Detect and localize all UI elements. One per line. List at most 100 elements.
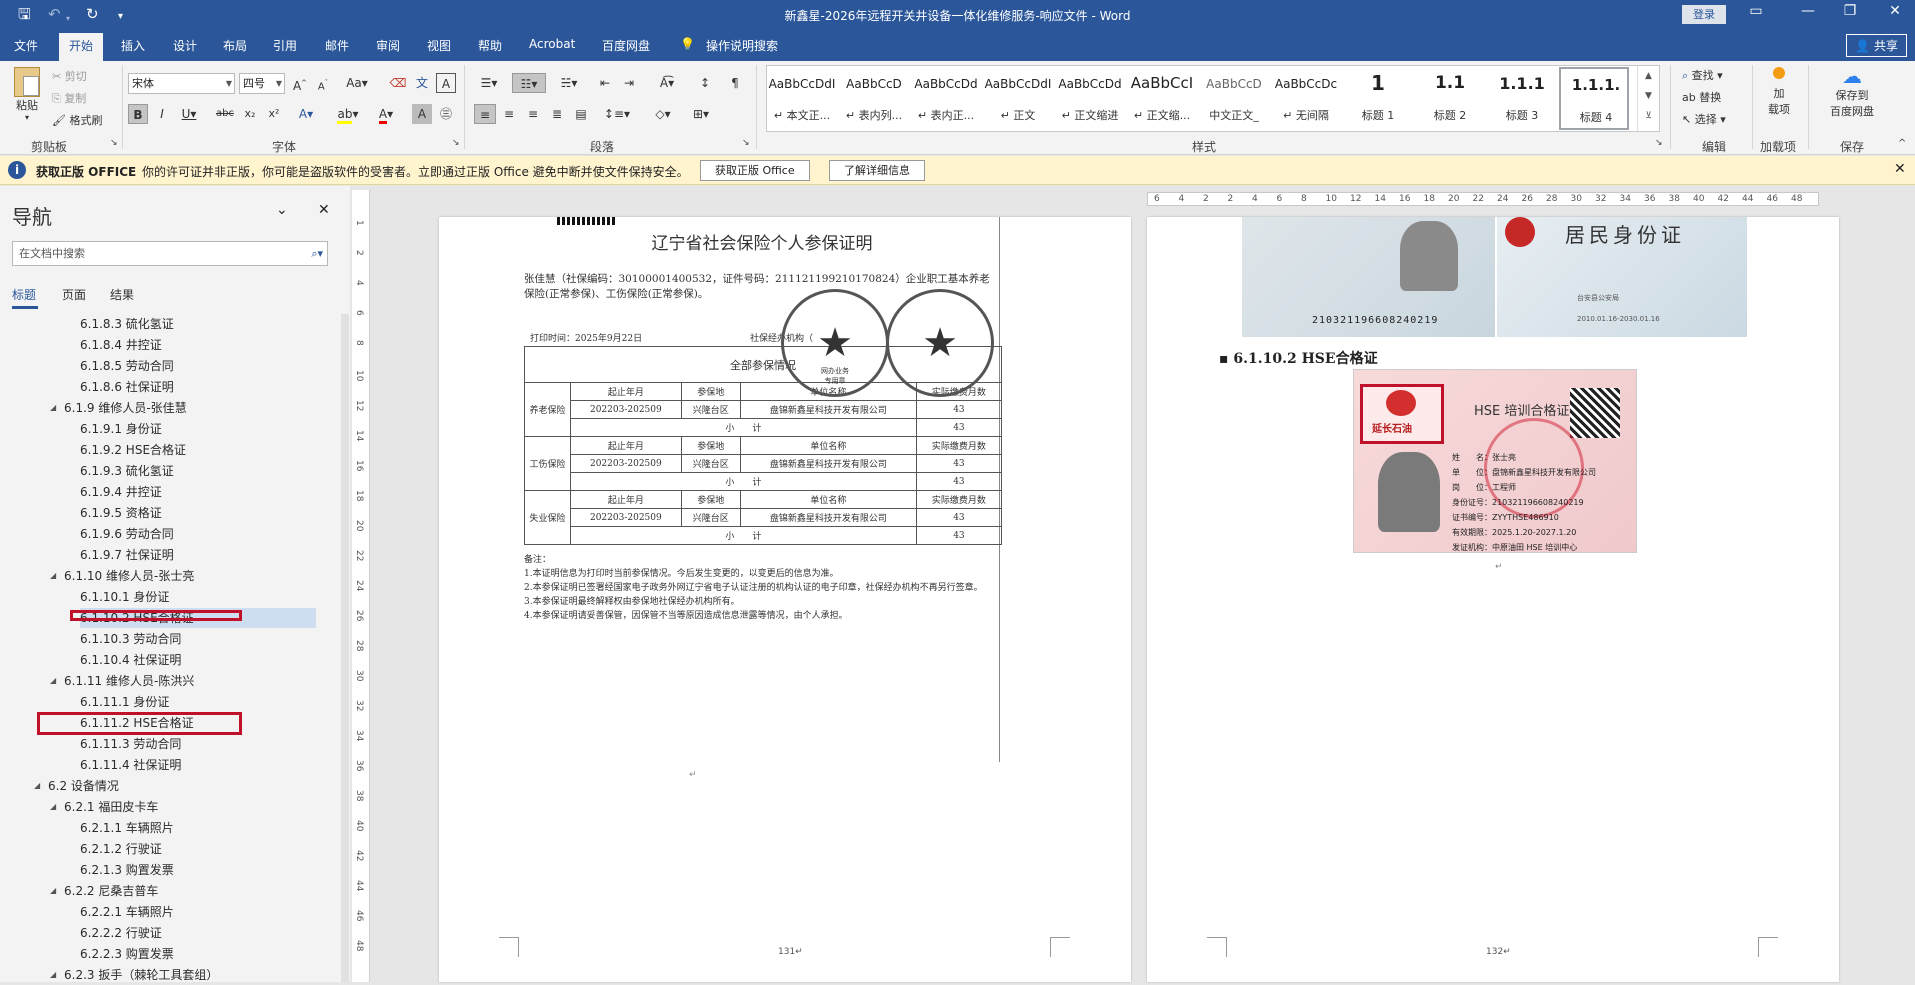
- highlight-button[interactable]: ab▾: [334, 104, 362, 124]
- minimize-icon[interactable]: —: [1793, 3, 1823, 19]
- justify-button[interactable]: ≣: [546, 104, 568, 124]
- style-tile[interactable]: AaBbCcDd ↵ 正文缩进: [1055, 67, 1125, 130]
- strikethrough-button[interactable]: abc: [214, 104, 236, 124]
- nav-heading-item[interactable]: 6.2.1.2 行驶证: [80, 839, 162, 859]
- close-window-icon[interactable]: ✕: [1880, 3, 1910, 19]
- restore-icon[interactable]: ❐: [1835, 3, 1865, 19]
- nav-heading-item[interactable]: 6.1.9.2 HSE合格证: [80, 440, 186, 460]
- style-tile[interactable]: 1.1.1 标题 3: [1487, 67, 1557, 130]
- align-left-button[interactable]: ≡: [474, 104, 496, 124]
- nav-heading-item[interactable]: 6.2.2 尼桑吉普车: [64, 881, 158, 901]
- font-size-combo[interactable]: 四号 ▼: [239, 73, 285, 94]
- collapse-ribbon-icon[interactable]: ^: [1898, 138, 1906, 149]
- style-tile[interactable]: AaBbCcDdI ↵ 正文: [983, 67, 1053, 130]
- login-button[interactable]: 登录: [1682, 5, 1726, 24]
- sort-button[interactable]: ↕: [694, 73, 716, 93]
- clear-formatting-icon[interactable]: ⌫: [388, 73, 408, 93]
- tab-review[interactable]: 审阅: [376, 37, 400, 54]
- paste-button[interactable]: 粘贴 ▾: [12, 67, 42, 122]
- multilevel-list-button[interactable]: ☵▾: [552, 73, 586, 93]
- style-tile[interactable]: AaBbCcDdI ↵ 本文正...: [767, 67, 837, 130]
- tell-me-search[interactable]: 操作说明搜索: [706, 37, 778, 54]
- font-color-button[interactable]: A▾: [372, 104, 400, 124]
- tab-help[interactable]: 帮助: [478, 37, 502, 54]
- nav-heading-item[interactable]: 6.2.1.3 购置发票: [80, 860, 174, 880]
- change-case-button[interactable]: Aa▾: [344, 73, 370, 93]
- tab-references[interactable]: 引用: [273, 37, 297, 54]
- shrink-font-button[interactable]: Aˇ: [314, 73, 332, 93]
- nav-heading-item[interactable]: 6.1.11 维修人员-陈洪兴: [64, 671, 194, 691]
- nav-heading-item[interactable]: 6.2.1 福田皮卡车: [64, 797, 158, 817]
- style-tile[interactable]: AaBbCcI ↵ 正文缩...: [1127, 67, 1197, 130]
- clipboard-launcher-icon[interactable]: ↘: [110, 138, 118, 148]
- font-name-combo[interactable]: 宋体 ▼: [128, 73, 235, 94]
- paragraph-launcher-icon[interactable]: ↘: [742, 138, 750, 148]
- phonetic-guide-icon[interactable]: 文: [412, 73, 432, 93]
- tab-layout[interactable]: 布局: [223, 37, 247, 54]
- nav-heading-item[interactable]: 6.2.2.2 行驶证: [80, 923, 162, 943]
- close-icon[interactable]: ✕: [318, 202, 330, 218]
- line-spacing-button[interactable]: ↕≡▾: [600, 104, 634, 124]
- format-painter-button[interactable]: 🖌 格式刷: [52, 112, 102, 128]
- nav-heading-item[interactable]: 6.1.9.3 硫化氢证: [80, 461, 174, 481]
- nav-heading-item[interactable]: 6.1.11.4 社保证明: [80, 755, 181, 775]
- style-tile[interactable]: AaBbCcD ↵ 表内列...: [839, 67, 909, 130]
- search-icon[interactable]: ⌕▾: [311, 242, 323, 265]
- numbering-button[interactable]: ☷▾: [512, 73, 546, 93]
- addins-button[interactable]: 加 载项: [1764, 67, 1794, 117]
- save-to-baidu-button[interactable]: ☁ 保存到 百度网盘: [1822, 65, 1882, 119]
- close-icon[interactable]: ✕: [1894, 161, 1906, 177]
- character-border-icon[interactable]: A: [436, 73, 456, 93]
- grow-font-button[interactable]: A^: [291, 73, 309, 93]
- underline-button[interactable]: U▾: [176, 104, 202, 124]
- nav-heading-item[interactable]: 6.1.8.3 硫化氢证: [80, 314, 174, 334]
- style-tile[interactable]: AaBbCcD 中文正文_: [1199, 67, 1269, 130]
- nav-heading-item[interactable]: 6.1.9.7 社保证明: [80, 545, 174, 565]
- character-shading-icon[interactable]: A: [412, 104, 432, 124]
- tab-mailings[interactable]: 邮件: [325, 37, 349, 54]
- nav-heading-item[interactable]: 6.1.11.3 劳动合同: [80, 734, 181, 754]
- nav-heading-item[interactable]: 6.1.8.5 劳动合同: [80, 356, 174, 376]
- tab-file[interactable]: 文件: [14, 37, 38, 54]
- superscript-button[interactable]: x²: [264, 104, 284, 124]
- tab-design[interactable]: 设计: [173, 37, 197, 54]
- nav-search-input[interactable]: 在文档中搜索 ⌕▾: [12, 241, 328, 266]
- learn-more-button[interactable]: 了解详细信息: [829, 160, 925, 181]
- nav-heading-item[interactable]: 6.1.9 维修人员-张佳慧: [64, 398, 187, 418]
- nav-heading-item[interactable]: 6.1.8.4 井控证: [80, 335, 162, 355]
- enclose-characters-icon[interactable]: ㊂: [436, 104, 456, 124]
- text-effects-button[interactable]: A▾: [292, 104, 320, 124]
- collapse-triangle-icon[interactable]: ◢: [50, 802, 56, 811]
- style-tile[interactable]: AaBbCcDd ↵ 表内正...: [911, 67, 981, 130]
- nav-heading-item[interactable]: 6.2.3 扳手（棘轮工具套组）: [64, 965, 218, 985]
- align-center-button[interactable]: ≡: [498, 104, 520, 124]
- gallery-scroll[interactable]: ▲ ▼ ⊻: [1637, 66, 1659, 131]
- nav-heading-item[interactable]: 6.1.10.3 劳动合同: [80, 629, 181, 649]
- find-button[interactable]: ⌕ 查找 ▾: [1682, 67, 1723, 83]
- nav-heading-item[interactable]: 6.2.2.1 车辆照片: [80, 902, 174, 922]
- nav-heading-item[interactable]: 6.1.9.4 井控证: [80, 482, 162, 502]
- nav-heading-item[interactable]: 6.1.11.1 身份证: [80, 692, 169, 712]
- copy-button[interactable]: ⎘ 复制: [52, 90, 86, 106]
- nav-heading-item[interactable]: 6.1.9.5 资格证: [80, 503, 162, 523]
- font-launcher-icon[interactable]: ↘: [452, 138, 460, 148]
- chinese-layout-button[interactable]: A͡▾: [650, 73, 684, 93]
- collapse-triangle-icon[interactable]: ◢: [50, 676, 56, 685]
- bold-button[interactable]: B: [128, 104, 148, 124]
- tab-baidu-netdisk[interactable]: 百度网盘: [602, 37, 650, 54]
- bullets-button[interactable]: ☰▾: [474, 73, 504, 93]
- section-heading[interactable]: ▪ 6.1.10.2 HSE合格证: [1219, 348, 1378, 368]
- nav-heading-item[interactable]: 6.1.8.6 社保证明: [80, 377, 174, 397]
- distributed-button[interactable]: ▤: [570, 104, 592, 124]
- replace-button[interactable]: ab 替换: [1682, 89, 1721, 105]
- collapse-triangle-icon[interactable]: ◢: [50, 403, 56, 412]
- shading-button[interactable]: ◇▾: [646, 104, 680, 124]
- nav-heading-item[interactable]: 6.1.9.6 劳动合同: [80, 524, 174, 544]
- show-marks-button[interactable]: ¶: [724, 73, 746, 93]
- nav-heading-item[interactable]: 6.2.2.3 购置发票: [80, 944, 174, 964]
- nav-tab-results[interactable]: 结果: [110, 286, 134, 303]
- collapse-triangle-icon[interactable]: ◢: [50, 886, 56, 895]
- style-tile[interactable]: AaBbCcDc ↵ 无间隔: [1271, 67, 1341, 130]
- subscript-button[interactable]: x₂: [240, 104, 260, 124]
- tab-view[interactable]: 视图: [427, 37, 451, 54]
